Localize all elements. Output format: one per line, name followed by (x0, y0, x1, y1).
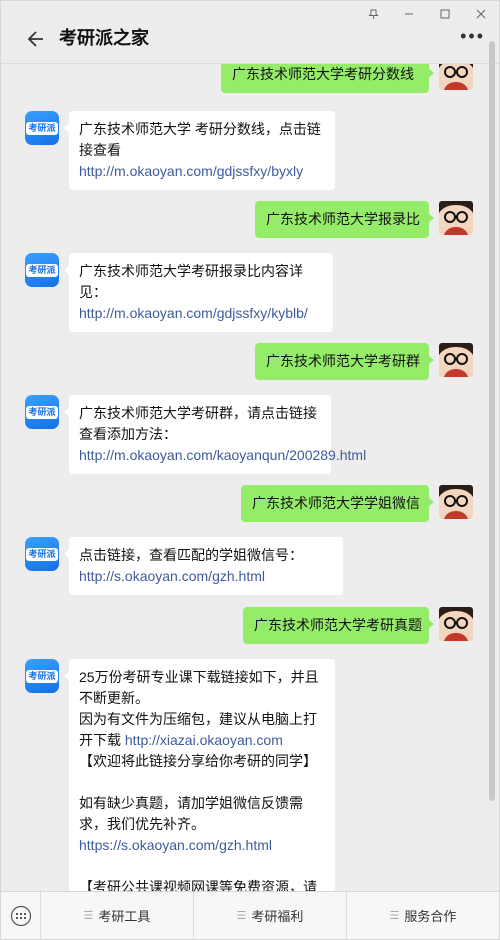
outgoing-message-bubble[interactable]: 广东技术师范大学考研真题 (243, 607, 434, 644)
bot-avatar-label: 考研派 (26, 547, 58, 561)
bot-avatar-label: 考研派 (26, 121, 58, 135)
message-text: 25万份考研专业课下载链接如下，并且不断更新。 (79, 669, 319, 706)
menu-lines-icon: ☰ (83, 910, 94, 922)
message-text: 广东技术师范大学 考研分数线，点击链接查看 (79, 121, 321, 158)
bottom-menu: ☰ 考研工具 ☰ 考研福利 ☰ 服务合作 (1, 891, 499, 940)
chat-window: 考研派之家 ••• 广东技术师范大学考研分数线 考研派 广东技术师范大学 考研分数线… (0, 0, 500, 940)
keyboard-toggle[interactable] (1, 892, 41, 940)
message-text: 如有缺少真题，请加学姐微信反馈需求，我们优先补齐。 (79, 795, 303, 832)
message-text: 点击链接，查看匹配的学姐微信号： (79, 547, 303, 563)
incoming-message-bubble[interactable]: 点击链接，查看匹配的学姐微信号： http://s.okaoyan.com/gzh… (64, 537, 343, 595)
outgoing-message-bubble[interactable]: 广东技术师范大学考研分数线 (221, 64, 434, 93)
menu-label: 考研工具 (98, 909, 151, 924)
incoming-message-bubble[interactable]: 25万份考研专业课下载链接如下，并且不断更新。 因为有文件为压缩包，建议从电脑上打… (64, 659, 335, 892)
bot-avatar[interactable]: 考研派 (25, 253, 59, 287)
bot-avatar[interactable]: 考研派 (25, 659, 59, 693)
message-link[interactable]: http://m.okaoyan.com/kaoyanqun/200289.ht… (79, 447, 366, 463)
message-link[interactable]: http://m.okaoyan.com/gdjssfxy/byxly (79, 163, 303, 179)
bot-avatar-label: 考研派 (26, 405, 58, 419)
message-text: 【欢迎将此链接分享给你考研的同学】 (79, 753, 317, 769)
menu-label: 考研福利 (251, 909, 304, 924)
bot-avatar[interactable]: 考研派 (25, 395, 59, 429)
user-avatar[interactable] (439, 64, 473, 90)
user-avatar[interactable] (439, 485, 473, 519)
more-options-icon[interactable]: ••• (460, 27, 485, 45)
bot-avatar[interactable]: 考研派 (25, 537, 59, 571)
outgoing-message-bubble[interactable]: 广东技术师范大学报录比 (255, 201, 434, 238)
bot-avatar-label: 考研派 (26, 669, 58, 683)
message-link[interactable]: http://xiazai.okaoyan.com (125, 732, 283, 748)
user-avatar[interactable] (439, 201, 473, 235)
menu-tools[interactable]: ☰ 考研工具 (41, 892, 194, 939)
user-avatar[interactable] (439, 343, 473, 377)
message-text: 广东技术师范大学考研报录比内容详见： (79, 263, 303, 300)
keyboard-icon (10, 905, 31, 927)
menu-cooperation[interactable]: ☰ 服务合作 (347, 892, 499, 939)
user-avatar[interactable] (439, 607, 473, 641)
incoming-message-bubble[interactable]: 广东技术师范大学考研群，请点击链接查看添加方法： http://m.okaoyan… (64, 395, 366, 474)
menu-label: 服务合作 (404, 909, 457, 924)
incoming-message-bubble[interactable]: 广东技术师范大学 考研分数线，点击链接查看 http://m.okaoyan.c… (64, 111, 335, 190)
outgoing-message-bubble[interactable]: 广东技术师范大学学姐微信 (241, 485, 434, 522)
menu-lines-icon: ☰ (389, 910, 400, 922)
bot-avatar-label: 考研派 (26, 263, 58, 277)
message-text: 广东技术师范大学考研群，请点击链接查看添加方法： (79, 405, 317, 442)
outgoing-message-bubble[interactable]: 广东技术师范大学考研群 (255, 343, 434, 380)
message-link[interactable]: http://m.okaoyan.com/gdjssfxy/kyblb/ (79, 305, 308, 321)
incoming-message-bubble[interactable]: 广东技术师范大学考研报录比内容详见： http://m.okaoyan.com/g… (64, 253, 333, 332)
bot-avatar[interactable]: 考研派 (25, 111, 59, 145)
chat-title: 考研派之家 (59, 28, 149, 48)
scrollbar[interactable] (489, 41, 495, 801)
back-arrow-icon[interactable] (23, 25, 51, 53)
message-link[interactable]: https://s.okaoyan.com/gzh.html (79, 837, 272, 853)
chat-header: 考研派之家 ••• (1, 15, 499, 59)
menu-lines-icon: ☰ (236, 910, 247, 922)
message-link[interactable]: http://s.okaoyan.com/gzh.html (79, 568, 265, 584)
message-list[interactable]: 广东技术师范大学考研分数线 考研派 广东技术师范大学 考研分数线，点击链接查看 ht… (1, 64, 500, 892)
menu-benefits[interactable]: ☰ 考研福利 (194, 892, 347, 939)
